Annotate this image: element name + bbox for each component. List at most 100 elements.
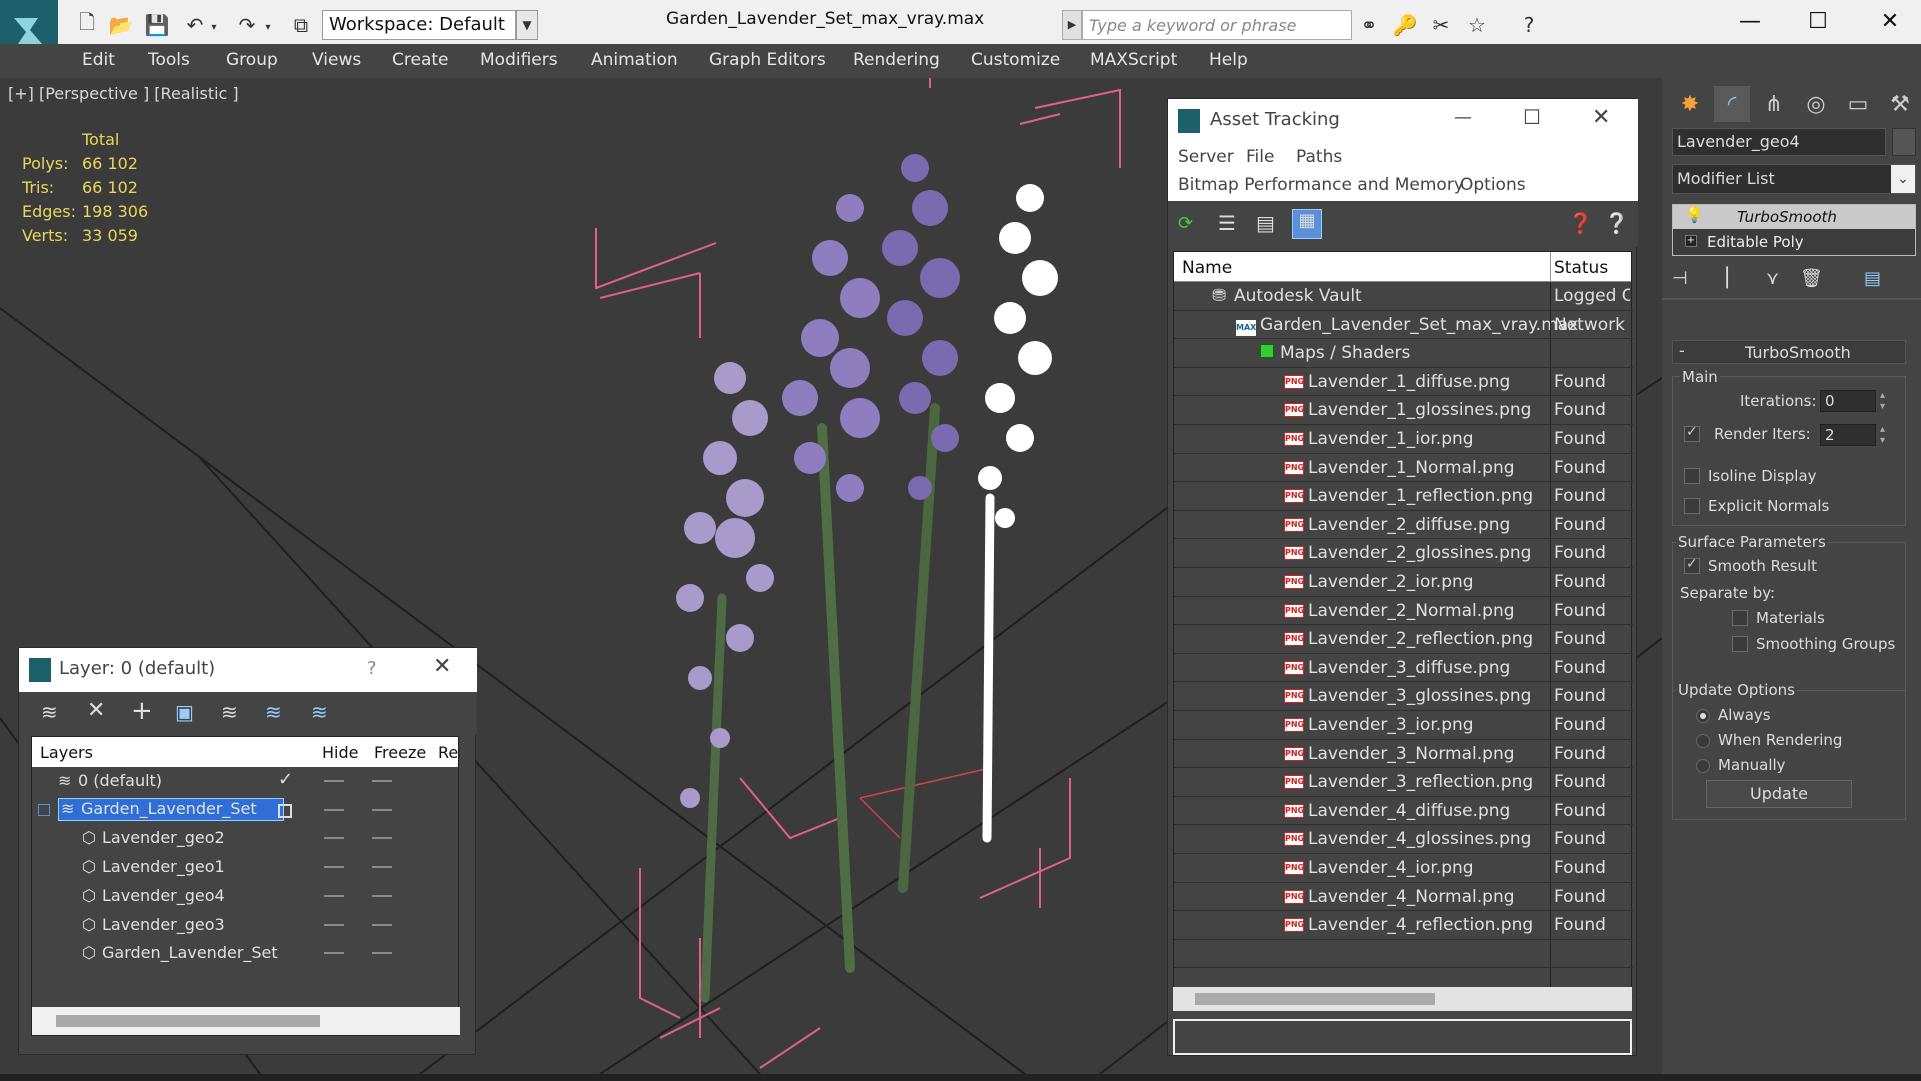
- search-input[interactable]: Type a keyword or phrase: [1082, 10, 1352, 40]
- asset-row[interactable]: PNG Lavender_4_diffuse.png Found: [1174, 796, 1633, 826]
- hide-toggle[interactable]: [324, 808, 344, 811]
- asset-row[interactable]: PNG Lavender_3_ior.png Found: [1174, 711, 1633, 740]
- open-file-icon[interactable]: 📂: [106, 10, 136, 40]
- asset-row[interactable]: PNG Lavender_1_ior.png Found: [1174, 425, 1633, 454]
- freeze-toggle[interactable]: [372, 923, 392, 926]
- asset-row[interactable]: PNG Lavender_2_Normal.png Found: [1174, 596, 1633, 626]
- column-freeze[interactable]: Freeze: [374, 743, 426, 762]
- display-tab-icon[interactable]: ▭: [1840, 86, 1876, 122]
- remove-modifier-icon[interactable]: 🗑: [1800, 268, 1823, 289]
- menu-file[interactable]: File: [1246, 147, 1274, 167]
- hide-toggle[interactable]: [324, 894, 344, 897]
- freeze-toggle[interactable]: [372, 837, 392, 840]
- lightbulb-icon[interactable]: 💡: [1685, 206, 1704, 224]
- menu-create[interactable]: Create: [392, 50, 449, 70]
- create-tab-icon[interactable]: ✸: [1672, 86, 1708, 122]
- object-name-field[interactable]: Lavender_geo4: [1672, 128, 1886, 156]
- hide-toggle[interactable]: [324, 780, 344, 782]
- scrollbar-thumb[interactable]: [1195, 993, 1435, 1005]
- close-icon[interactable]: ✕: [1592, 105, 1610, 130]
- select-layer-icon[interactable]: ≋: [221, 700, 238, 724]
- menu-server[interactable]: Server: [1178, 147, 1234, 167]
- hide-all-icon[interactable]: ≋: [265, 700, 282, 724]
- menu-views[interactable]: Views: [312, 50, 361, 70]
- asset-tracking-titlebar[interactable]: Asset Tracking — ☐ ✕: [1168, 99, 1638, 143]
- menu-paths[interactable]: Paths: [1296, 147, 1342, 167]
- layer-row[interactable]: ≋ 0 (default) ✓: [32, 767, 460, 796]
- menu-options[interactable]: Options: [1460, 175, 1526, 195]
- show-end-result-icon[interactable]: ❘: [1718, 264, 1736, 289]
- hide-toggle[interactable]: [324, 952, 344, 955]
- asset-row[interactable]: PNG Lavender_1_diffuse.png Found: [1174, 367, 1633, 397]
- hide-toggle[interactable]: [324, 923, 344, 926]
- asset-row[interactable]: PNG Lavender_2_ior.png Found: [1174, 568, 1633, 597]
- asset-row[interactable]: PNG Lavender_3_reflection.png Found: [1174, 768, 1633, 797]
- stack-item-editable-poly[interactable]: + Editable Poly: [1673, 230, 1915, 254]
- freeze-toggle[interactable]: [372, 780, 392, 782]
- hide-toggle[interactable]: [324, 837, 344, 840]
- asset-row[interactable]: PNG Lavender_2_reflection.png Found: [1174, 625, 1633, 654]
- smoothing-groups-checkbox[interactable]: [1732, 636, 1748, 652]
- new-layer-icon[interactable]: ≋: [41, 700, 58, 724]
- minimize-icon[interactable]: —: [1722, 4, 1778, 38]
- asset-row[interactable]: PNG Lavender_4_Normal.png Found: [1174, 882, 1633, 912]
- favorites-star-icon[interactable]: ☆: [1462, 10, 1492, 40]
- table-view-icon[interactable]: ▦: [1292, 209, 1322, 239]
- asset-row[interactable]: PNG Lavender_3_glossines.png Found: [1174, 682, 1633, 711]
- asset-row[interactable]: ⛃ Autodesk Vault Logged Out: [1174, 282, 1633, 311]
- object-row[interactable]: ⬡ Lavender_geo2: [32, 824, 460, 853]
- object-row[interactable]: ⬡ Lavender_geo3: [32, 911, 460, 940]
- update-button[interactable]: Update: [1706, 780, 1852, 808]
- menu-animation[interactable]: Animation: [591, 50, 678, 70]
- when-rendering-radio[interactable]: [1696, 734, 1710, 748]
- render-iters-spinner[interactable]: 2: [1820, 424, 1876, 446]
- new-file-icon[interactable]: 🗋: [72, 10, 102, 40]
- utilities-tab-icon[interactable]: ⚒: [1882, 86, 1918, 122]
- always-radio[interactable]: [1696, 709, 1710, 723]
- spinner-arrows-icon[interactable]: ▴ ▾: [1880, 390, 1885, 412]
- configure-sets-icon[interactable]: ▤: [1864, 268, 1881, 289]
- asset-row[interactable]: PNG Lavender_4_glossines.png Found: [1174, 825, 1633, 854]
- menu-group[interactable]: Group: [226, 50, 278, 70]
- menu-edit[interactable]: Edit: [82, 50, 115, 70]
- maximize-icon[interactable]: ☐: [1790, 4, 1846, 38]
- freeze-all-icon[interactable]: ≋: [311, 700, 328, 724]
- isoline-display-checkbox[interactable]: [1684, 468, 1700, 484]
- make-unique-icon[interactable]: ⋎: [1766, 268, 1779, 289]
- freeze-toggle[interactable]: [372, 894, 392, 897]
- asset-row[interactable]: PNG Lavender_2_glossines.png Found: [1174, 539, 1633, 568]
- asset-row[interactable]: PNG Lavender_3_Normal.png Found: [1174, 739, 1633, 769]
- refresh-icon[interactable]: ⟳: [1178, 213, 1193, 234]
- materials-checkbox[interactable]: [1732, 610, 1748, 626]
- help-icon[interactable]: ?: [367, 658, 377, 679]
- iterations-spinner[interactable]: 0: [1820, 390, 1876, 412]
- layer-horizontal-scrollbar[interactable]: [32, 1007, 460, 1035]
- asset-row[interactable]: PNG Lavender_4_reflection.png Found: [1174, 911, 1633, 940]
- list-view-icon[interactable]: ☰: [1218, 211, 1236, 235]
- asset-row[interactable]: PNG Lavender_2_diffuse.png Found: [1174, 510, 1633, 540]
- asset-row[interactable]: PNG Lavender_1_reflection.png Found: [1174, 482, 1633, 511]
- pin-stack-icon[interactable]: ⊣: [1672, 268, 1688, 289]
- column-status[interactable]: Status: [1554, 258, 1608, 278]
- object-row[interactable]: ⬡ Garden_Lavender_Set: [32, 939, 460, 968]
- save-icon[interactable]: 💾: [142, 10, 172, 40]
- column-hide[interactable]: Hide: [322, 743, 358, 762]
- column-name[interactable]: Name: [1182, 258, 1232, 278]
- close-icon[interactable]: ✕: [433, 654, 451, 679]
- layer-row[interactable]: ≋ Garden_Lavender_Set: [32, 796, 460, 825]
- project-folder-icon[interactable]: ⧉: [286, 10, 316, 40]
- current-layer-check-icon[interactable]: ✓: [278, 769, 293, 790]
- column-layers[interactable]: Layers: [40, 743, 93, 762]
- menu-customize[interactable]: Customize: [971, 50, 1060, 70]
- redo-icon[interactable]: ↷: [232, 10, 262, 40]
- workspace-select[interactable]: Workspace: Default: [322, 10, 516, 40]
- menu-help[interactable]: Help: [1209, 50, 1248, 70]
- chevron-down-icon[interactable]: ▼: [516, 10, 538, 40]
- freeze-toggle[interactable]: [372, 808, 392, 811]
- menu-modifiers[interactable]: Modifiers: [480, 50, 558, 70]
- turbosmooth-rollout-header[interactable]: - TurboSmooth: [1672, 340, 1906, 364]
- asset-row[interactable]: PNG Lavender_4_ior.png Found: [1174, 854, 1633, 883]
- freeze-toggle[interactable]: [372, 866, 392, 869]
- asset-row[interactable]: PNG Lavender_1_Normal.png Found: [1174, 453, 1633, 483]
- help-icon[interactable]: ❓: [1568, 211, 1593, 235]
